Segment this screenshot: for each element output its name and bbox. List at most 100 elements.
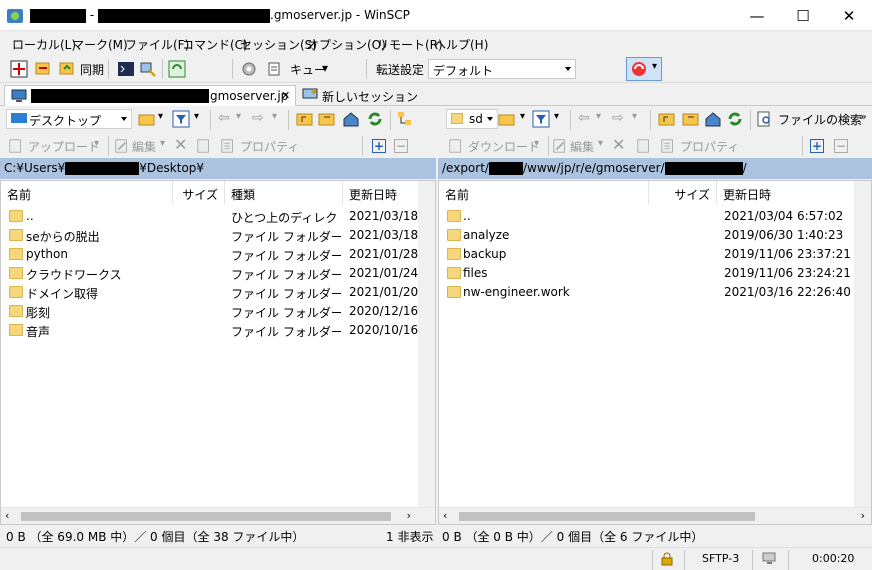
tab-current-session[interactable]: gmoserver.jp ✕ xyxy=(4,85,296,106)
tab-new-session[interactable]: 新しいセッション xyxy=(298,85,418,106)
table-row[interactable]: .. 2021/03/04 6:57:02 xyxy=(439,207,871,226)
tab-close-icon[interactable]: ✕ xyxy=(281,89,290,102)
parent-dir-icon[interactable] xyxy=(296,110,314,128)
find-files-icon[interactable] xyxy=(396,110,414,128)
back-arrow-icon[interactable]: ⇦ xyxy=(578,110,590,126)
chevron-down-icon[interactable]: ▾ xyxy=(236,111,241,122)
select-files-icon[interactable]: + xyxy=(810,139,824,153)
refresh-tool-icon[interactable] xyxy=(168,60,186,78)
download-button[interactable]: ダウンロード xyxy=(468,138,540,155)
forward-arrow-icon[interactable]: ⇨ xyxy=(612,110,624,126)
upload-button[interactable]: アップロード xyxy=(28,138,100,155)
delete-icon[interactable]: ✕ xyxy=(612,135,625,154)
remote-file-list[interactable]: 名前 ^ サイズ 更新日時 .. 2021/03/04 6:57:02 analyz… xyxy=(438,180,872,525)
menu-mark[interactable]: マーク(M) xyxy=(72,36,128,53)
local-vertical-scrollbar[interactable] xyxy=(418,181,435,508)
scroll-thumb[interactable] xyxy=(459,512,755,521)
rename-icon[interactable] xyxy=(196,137,212,155)
remote-vertical-scrollbar[interactable] xyxy=(854,181,871,508)
close-button[interactable]: ✕ xyxy=(826,0,872,31)
chevron-down-icon[interactable]: ▾ xyxy=(554,111,559,122)
local-file-list[interactable]: 名前 サイズ 種類 更新日時 ..ひとつ上のディレクトリ2021/03/18se… xyxy=(0,180,436,525)
properties-button[interactable]: プロパティ xyxy=(240,138,299,155)
table-row[interactable]: nw-engineer.work 2021/03/16 22:26:40 xyxy=(439,283,871,302)
sync-browsing-icon[interactable] xyxy=(34,60,52,78)
unselect-files-icon[interactable]: − xyxy=(834,139,848,153)
transfer-settings-select[interactable]: デフォルト xyxy=(428,59,576,79)
table-row[interactable]: analyze 2019/06/30 1:40:23 xyxy=(439,226,871,245)
synchronize-icon[interactable] xyxy=(58,60,76,78)
edit-button[interactable]: 編集 xyxy=(132,138,156,155)
chevron-down-icon[interactable]: ▾ xyxy=(272,111,277,122)
open-folder-icon[interactable] xyxy=(138,110,156,128)
scroll-left-icon[interactable]: ‹ xyxy=(5,509,9,522)
home-icon[interactable] xyxy=(342,110,360,128)
putty-icon[interactable] xyxy=(139,60,157,78)
chevron-down-icon[interactable]: ▾ xyxy=(520,111,525,122)
column-type[interactable]: 種類 xyxy=(225,181,343,205)
scroll-right-icon[interactable]: › xyxy=(407,509,411,522)
reconnect-button[interactable]: ▾ xyxy=(626,57,662,81)
menu-session[interactable]: セッション(S) xyxy=(240,36,317,53)
console-icon[interactable] xyxy=(117,60,135,78)
properties-button[interactable]: プロパティ xyxy=(680,138,739,155)
rename-icon[interactable] xyxy=(636,137,652,155)
column-name[interactable]: 名前 xyxy=(1,181,173,205)
menu-options[interactable]: オプション(O) xyxy=(307,36,386,53)
chevron-down-icon[interactable]: ▾ xyxy=(632,111,637,122)
menu-local[interactable]: ローカル(L) xyxy=(12,36,76,53)
preferences-gear-icon[interactable] xyxy=(240,60,258,78)
forward-arrow-icon[interactable]: ⇨ xyxy=(252,110,264,126)
delete-icon[interactable]: ✕ xyxy=(174,135,187,154)
sync-label[interactable]: 同期 xyxy=(80,61,104,78)
scroll-right-icon[interactable]: › xyxy=(861,509,865,522)
table-row[interactable]: 彫刻 ファイル フォルダー 2020/12/16 xyxy=(1,302,435,321)
root-dir-icon[interactable] xyxy=(318,110,336,128)
refresh-icon[interactable] xyxy=(726,110,744,128)
home-icon[interactable] xyxy=(704,110,722,128)
filter-icon[interactable] xyxy=(172,110,190,128)
table-row[interactable]: backup 2019/11/06 23:37:21 xyxy=(439,245,871,264)
minimize-button[interactable]: — xyxy=(734,0,780,31)
menu-command[interactable]: コマンド(C) xyxy=(182,36,248,53)
refresh-icon[interactable] xyxy=(366,110,384,128)
table-row[interactable]: .. ひとつ上のディレクトリ 2021/03/18 xyxy=(1,207,435,226)
table-row[interactable]: ドメイン取得 ファイル フォルダー 2021/01/20 xyxy=(1,283,435,302)
back-arrow-icon[interactable]: ⇦ xyxy=(218,110,230,126)
menu-file[interactable]: ファイル(F) xyxy=(125,36,189,53)
queue-label[interactable]: キュー xyxy=(290,61,326,78)
filter-icon[interactable] xyxy=(532,110,550,128)
queue-dropdown-icon[interactable]: ▾ xyxy=(322,61,328,75)
edit-button[interactable]: 編集 xyxy=(570,138,594,155)
find-files-button[interactable]: ファイルの検索 xyxy=(778,111,862,128)
compare-dirs-icon[interactable] xyxy=(10,60,28,78)
table-row[interactable]: python ファイル フォルダー 2021/01/28 xyxy=(1,245,435,264)
search-icon[interactable] xyxy=(756,110,774,128)
column-modified[interactable]: 更新日時 xyxy=(717,181,871,205)
parent-dir-icon[interactable] xyxy=(658,110,676,128)
open-folder-icon[interactable] xyxy=(498,110,516,128)
maximize-button[interactable]: ☐ xyxy=(780,0,826,31)
chevron-right-icon[interactable]: » xyxy=(860,110,867,123)
local-drive-select[interactable]: デスクトップ xyxy=(6,109,132,129)
scroll-thumb[interactable] xyxy=(21,512,391,521)
chevron-down-icon[interactable]: ▾ xyxy=(596,111,601,122)
column-size[interactable]: サイズ xyxy=(649,181,717,205)
local-path-bar[interactable]: C:¥Users¥ ¥Desktop¥ xyxy=(0,158,436,179)
table-row[interactable]: 音声 ファイル フォルダー 2020/10/16 xyxy=(1,321,435,340)
root-dir-icon[interactable] xyxy=(682,110,700,128)
table-row[interactable]: クラウドワークス ファイル フォルダー 2021/01/24 xyxy=(1,264,435,283)
scroll-left-icon[interactable]: ‹ xyxy=(443,509,447,522)
menu-help[interactable]: ヘルプ(H) xyxy=(434,36,488,53)
queue-icon[interactable] xyxy=(266,60,284,78)
local-horizontal-scrollbar[interactable]: ‹ › xyxy=(1,507,435,524)
table-row[interactable]: files 2019/11/06 23:24:21 xyxy=(439,264,871,283)
select-files-icon[interactable]: + xyxy=(372,139,386,153)
remote-horizontal-scrollbar[interactable]: ‹ › xyxy=(439,507,871,524)
remote-path-bar[interactable]: /export//www/jp/r/e/gmoserver// xyxy=(438,158,872,179)
menu-remote[interactable]: リモート(R) xyxy=(377,36,443,53)
column-size[interactable]: サイズ xyxy=(173,181,225,205)
chevron-down-icon[interactable]: ▾ xyxy=(158,111,163,122)
unselect-files-icon[interactable]: − xyxy=(394,139,408,153)
chevron-down-icon[interactable]: ▾ xyxy=(194,111,199,122)
